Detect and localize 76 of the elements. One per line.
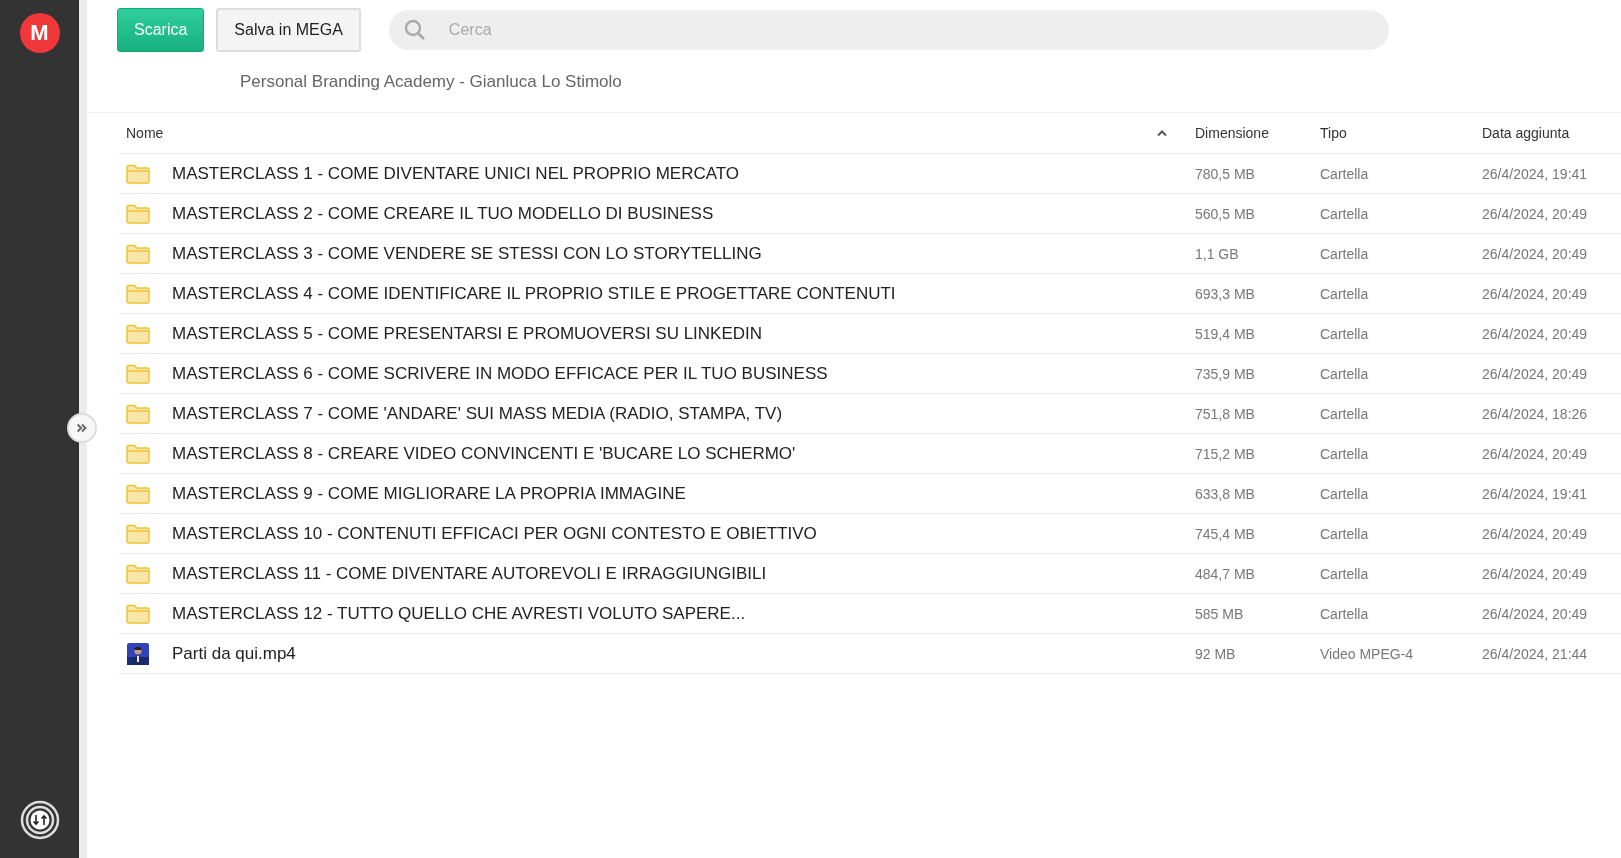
date-cell: 26/4/2024, 20:49 [1482, 605, 1588, 622]
type-cell: Cartella [1320, 325, 1369, 342]
search-field[interactable]: Cerca [388, 10, 1389, 50]
size-cell: 693,3 MB [1195, 285, 1255, 302]
size-cell: 560,5 MB [1195, 205, 1255, 222]
date-cell: 26/4/2024, 20:49 [1482, 525, 1588, 542]
type-cell: Cartella [1320, 605, 1369, 622]
transfers-icon[interactable] [19, 800, 60, 840]
folder-icon [126, 363, 150, 384]
size-cell: 519,4 MB [1195, 325, 1255, 342]
folder-icon [126, 203, 150, 224]
file-name[interactable]: Parti da qui.mp4 [172, 643, 296, 664]
double-chevron-icon [75, 421, 89, 435]
type-cell: Cartella [1320, 365, 1369, 382]
type-cell: Cartella [1320, 445, 1369, 462]
type-cell: Video MPEG-4 [1320, 645, 1414, 662]
file-name[interactable]: MASTERCLASS 4 - COME IDENTIFICARE IL PROPRIO STILE E PROGETTARE CONTENUTI [172, 283, 896, 304]
column-header[interactable]: Data aggiunta [1482, 125, 1570, 141]
file-name[interactable]: MASTERCLASS 9 - COME MIGLIORARE LA PROPRIA IMMAGINE [172, 483, 686, 504]
file-name[interactable]: MASTERCLASS 1 - COME DIVENTARE UNICI NEL PROPRIO MERCATO [172, 163, 740, 184]
column-header[interactable]: Dimensione [1195, 125, 1269, 141]
file-name[interactable]: MASTERCLASS 6 - COME SCRIVERE IN MODO EFFICACE PER IL TUO BUSINESS [172, 363, 828, 384]
file-name[interactable]: MASTERCLASS 8 - CREARE VIDEO CONVINCENTI E 'BUCARE LO SCHERMO' [172, 443, 796, 464]
size-cell: 780,5 MB [1195, 165, 1255, 182]
mega-logo[interactable]: M [19, 13, 60, 53]
type-cell: Cartella [1320, 165, 1369, 182]
folder-title: Personal Branding Academy - Gianluca Lo Stimolo [239, 71, 623, 93]
folder-icon [126, 443, 150, 464]
date-cell: 26/4/2024, 18:26 [1482, 405, 1588, 422]
date-cell: 26/4/2024, 20:49 [1482, 565, 1588, 582]
date-cell: 26/4/2024, 20:49 [1482, 445, 1588, 462]
folder-icon [126, 163, 150, 184]
date-cell: 26/4/2024, 19:41 [1482, 485, 1588, 502]
folder-icon [126, 523, 150, 544]
folder-icon [126, 283, 150, 304]
type-cell: Cartella [1320, 525, 1369, 542]
date-cell: 26/4/2024, 20:49 [1482, 325, 1588, 342]
folder-icon [126, 243, 150, 264]
save-button[interactable]: Salva in MEGA [216, 8, 361, 52]
size-cell: 715,2 MB [1195, 445, 1255, 462]
type-cell: Cartella [1320, 565, 1369, 582]
type-cell: Cartella [1320, 485, 1369, 502]
folder-icon [126, 603, 150, 624]
size-cell: 585 MB [1195, 605, 1244, 622]
size-cell: 633,8 MB [1195, 485, 1255, 502]
column-header[interactable]: Tipo [1320, 125, 1347, 141]
file-name[interactable]: MASTERCLASS 3 - COME VENDERE SE STESSI CON LO STORYTELLING [172, 243, 762, 264]
folder-icon [126, 483, 150, 504]
type-cell: Cartella [1320, 405, 1369, 422]
file-name[interactable]: MASTERCLASS 11 - COME DIVENTARE AUTOREVOLI E IRRAGGIUNGIBILI [172, 563, 767, 584]
size-cell: 751,8 MB [1195, 405, 1255, 422]
date-cell: 26/4/2024, 21:44 [1482, 645, 1588, 662]
date-cell: 26/4/2024, 20:49 [1482, 205, 1588, 222]
folder-icon [126, 403, 150, 424]
type-cell: Cartella [1320, 285, 1369, 302]
size-cell: 735,9 MB [1195, 365, 1255, 382]
expand-button[interactable] [67, 413, 97, 443]
folder-icon [126, 563, 150, 584]
type-cell: Cartella [1320, 245, 1369, 262]
size-cell: 92 MB [1195, 645, 1236, 662]
column-header[interactable]: Nome [119, 125, 164, 141]
file-name[interactable]: MASTERCLASS 12 - TUTTO QUELLO CHE AVRESTI VOLUTO SAPERE... [172, 603, 746, 624]
file-name[interactable]: MASTERCLASS 5 - COME PRESENTARSI E PROMUOVERSI SU LINKEDIN [172, 323, 763, 344]
size-cell: 484,7 MB [1195, 565, 1255, 582]
file-name[interactable]: MASTERCLASS 2 - COME CREARE IL TUO MODELLO DI BUSINESS [172, 203, 714, 224]
file-name[interactable]: MASTERCLASS 10 - CONTENUTI EFFICACI PER OGNI CONTESTO E OBIETTIVO [172, 523, 817, 544]
date-cell: 26/4/2024, 20:49 [1482, 285, 1588, 302]
type-cell: Cartella [1320, 205, 1369, 222]
date-cell: 26/4/2024, 19:41 [1482, 165, 1588, 182]
sort-caret-icon[interactable] [1157, 130, 1167, 136]
size-cell: 1,1 GB [1195, 245, 1239, 262]
file-name[interactable]: MASTERCLASS 7 - COME 'ANDARE' SUI MASS MEDIA (RADIO, STAMPA, TV) [172, 403, 783, 424]
date-cell: 26/4/2024, 20:49 [1482, 365, 1588, 382]
date-cell: 26/4/2024, 20:49 [1482, 245, 1588, 262]
size-cell: 745,4 MB [1195, 525, 1255, 542]
folder-icon [126, 323, 150, 344]
